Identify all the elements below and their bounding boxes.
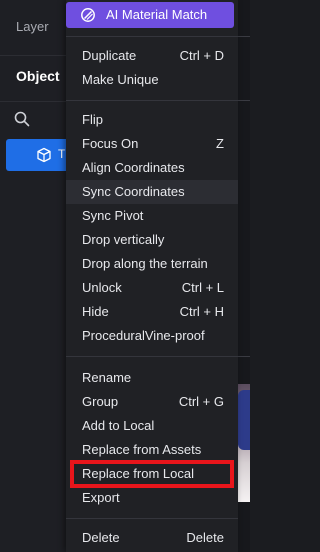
- menu-item-focus-on[interactable]: Focus On Z: [66, 132, 238, 156]
- menu-item-export[interactable]: Export: [66, 486, 238, 510]
- menu-item-drop-along-terrain[interactable]: Drop along the terrain: [66, 252, 238, 276]
- menu-item-align-coordinates[interactable]: Align Coordinates: [66, 156, 238, 180]
- menu-item-label: Delete: [82, 530, 120, 545]
- menu-item-hide[interactable]: Hide Ctrl + H: [66, 300, 238, 324]
- panel-divider: [0, 101, 72, 102]
- object-panel: Layer Object T: [0, 0, 76, 552]
- menu-item-duplicate[interactable]: Duplicate Ctrl + D: [66, 44, 238, 68]
- menu-item-label: Unlock: [82, 280, 122, 295]
- viewport-edge-line: [236, 100, 250, 101]
- annotation-highlight-box: [70, 460, 234, 488]
- menu-item-label: Make Unique: [82, 72, 159, 87]
- menu-item-shortcut: Delete: [186, 530, 224, 545]
- menu-item-delete[interactable]: Delete Delete: [66, 526, 238, 550]
- menu-item-shortcut: Ctrl + H: [179, 304, 224, 319]
- menu-item-rename[interactable]: Rename: [66, 366, 238, 390]
- menu-item-sync-coordinates[interactable]: Sync Coordinates: [66, 180, 238, 204]
- scene-viewport[interactable]: [236, 0, 250, 552]
- tab-layer-label: Layer: [16, 19, 49, 34]
- menu-item-replace-from-assets[interactable]: Replace from Assets: [66, 438, 238, 462]
- menu-item-shortcut: Z: [216, 136, 224, 151]
- menu-item-label: Hide: [82, 304, 109, 319]
- menu-item-shortcut: Ctrl + G: [178, 394, 224, 409]
- menu-separator: [66, 100, 238, 101]
- menu-item-label: Sync Pivot: [82, 208, 144, 223]
- menu-item-add-to-local[interactable]: Add to Local: [66, 414, 238, 438]
- viewport-edge-line: [236, 356, 250, 357]
- menu-item-label: Sync Coordinates: [82, 184, 185, 199]
- menu-item-proceduralvine-proof[interactable]: ProceduralVine-proof: [66, 324, 238, 348]
- menu-item-label: Group: [82, 394, 119, 409]
- viewport-edge-line: [236, 36, 250, 37]
- object-name: T: [58, 147, 66, 161]
- menu-separator: [66, 36, 238, 37]
- ai-material-match-label: AI Material Match: [106, 7, 208, 22]
- menu-item-label: Duplicate: [82, 48, 137, 63]
- menu-separator: [66, 356, 238, 357]
- menu-item-label: Add to Local: [82, 418, 155, 433]
- menu-item-group[interactable]: Group Ctrl + G: [66, 390, 238, 414]
- menu-item-label: Rename: [82, 370, 132, 385]
- menu-item-shortcut: Ctrl + L: [181, 280, 224, 295]
- ai-material-match-button[interactable]: AI Material Match: [66, 2, 234, 28]
- tab-layer[interactable]: Layer: [0, 0, 72, 56]
- menu-item-label: Export: [82, 490, 120, 505]
- menu-item-label: Replace from Assets: [82, 442, 202, 457]
- menu-item-sync-pivot[interactable]: Sync Pivot: [66, 204, 238, 228]
- menu-item-drop-vertically[interactable]: Drop vertically: [66, 228, 238, 252]
- scene-figure: [238, 390, 250, 450]
- menu-item-unlock[interactable]: Unlock Ctrl + L: [66, 276, 238, 300]
- ai-icon: [80, 7, 96, 28]
- menu-item-label: Flip: [82, 112, 103, 127]
- menu-item-shortcut: Ctrl + D: [179, 48, 224, 63]
- menu-item-label: ProceduralVine-proof: [82, 328, 205, 343]
- menu-item-label: Align Coordinates: [82, 160, 185, 175]
- menu-item-label: Drop along the terrain: [82, 256, 208, 271]
- menu-item-label: Focus On: [82, 136, 139, 151]
- menu-item-make-unique[interactable]: Make Unique: [66, 68, 238, 92]
- cube-icon: [36, 147, 52, 168]
- search-icon[interactable]: [14, 111, 30, 132]
- menu-item-label: Drop vertically: [82, 232, 165, 247]
- tab-object[interactable]: Object: [16, 68, 60, 84]
- menu-separator: [66, 518, 238, 519]
- menu-item-flip[interactable]: Flip: [66, 108, 238, 132]
